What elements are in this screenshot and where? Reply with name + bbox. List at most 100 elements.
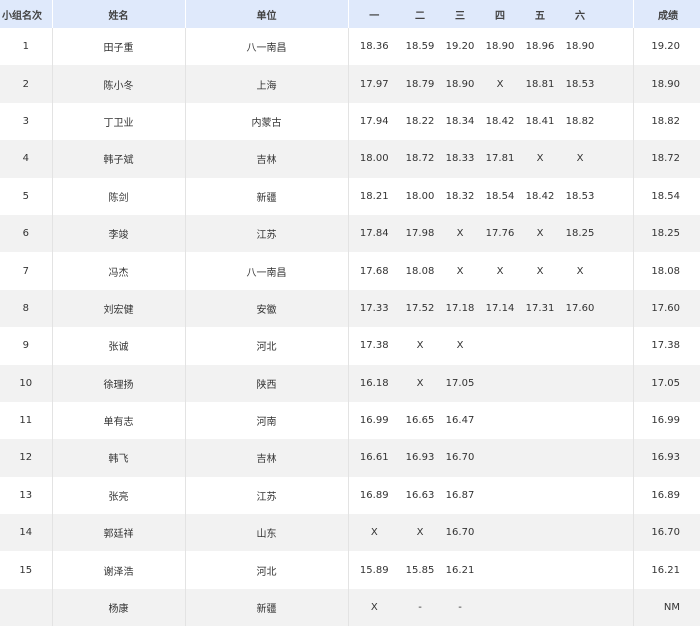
attempt-6-cell: 18.53 [565, 78, 595, 90]
attempt-5-cell: X [536, 153, 544, 165]
result-cell: 17.60 [651, 302, 680, 314]
table-row: 13 张亮 江苏 16.89 16.63 16.87 16.89 [0, 476, 700, 515]
attempt-5-cell: X [536, 228, 544, 240]
spacer-cell [600, 476, 634, 515]
attempt-2-cell: X [416, 340, 424, 352]
attempt-5-cell [520, 514, 560, 551]
attempt-3-cell: X [456, 228, 464, 240]
attempt-5-cell [520, 327, 560, 364]
unit-cell: 新疆 [185, 588, 349, 626]
attempt-4-cell: 18.54 [485, 190, 515, 202]
rank-cell: 11 [0, 401, 53, 440]
result-cell: 16.21 [651, 564, 680, 576]
attempt-6-cell [560, 327, 600, 364]
athlete-name-cell: 陈小冬 [52, 65, 186, 103]
attempt-3-cell: 17.18 [445, 302, 475, 314]
results-body: 1 田子重 八一南昌 18.36 18.59 19.20 18.90 18.96 18.90 19… [0, 28, 700, 626]
unit-cell: 河北 [185, 327, 349, 365]
attempt-6-cell [560, 365, 600, 402]
athlete-name-cell: 陈剑 [52, 177, 186, 215]
rank-cell: 6 [0, 214, 53, 253]
attempt-5-cell: 18.42 [525, 190, 555, 202]
unit-cell: 江苏 [185, 214, 349, 253]
attempt-1-cell: 16.61 [359, 452, 389, 464]
attempt-1-cell: 17.97 [359, 78, 389, 90]
rank-cell: 4 [0, 140, 53, 178]
attempt-1-cell: 17.33 [359, 302, 389, 314]
attempt-5-cell [520, 589, 560, 626]
attempt-2-cell: 16.63 [405, 489, 435, 501]
attempt-1-cell: 15.89 [359, 564, 389, 576]
attempt-4-cell: X [496, 265, 504, 277]
spacer-cell [600, 252, 634, 290]
rank-cell: 9 [0, 327, 53, 365]
attempt-2-cell: 18.08 [405, 265, 435, 277]
unit-cell: 八一南昌 [185, 252, 349, 290]
table-row: 8 刘宏健 安徽 17.33 17.52 17.18 17.14 17.31 17.60 17.6… [0, 289, 700, 328]
table-row: 5 陈剑 新疆 18.21 18.00 18.32 18.54 18.42 18.53 18.54 [0, 177, 700, 215]
rank-cell: 3 [0, 102, 53, 141]
athlete-name-cell: 刘宏健 [52, 289, 186, 328]
attempt-1-cell: 16.18 [359, 377, 389, 389]
athlete-name-cell: 谢泽浩 [52, 551, 186, 589]
athlete-name-cell: 田子重 [52, 28, 186, 66]
unit-cell: 上海 [185, 65, 349, 103]
attempt-3-cell: 17.05 [445, 377, 475, 389]
result-cell: 17.38 [651, 340, 680, 352]
attempt-2-cell: X [416, 527, 424, 539]
attempt-3-cell: 16.47 [445, 415, 475, 427]
table-row: 7 冯杰 八一南昌 17.68 18.08 X X X X 18.08 [0, 252, 700, 290]
attempt-6-cell: 18.90 [565, 41, 595, 53]
attempt-2-cell: X [416, 377, 424, 389]
spacer-cell [600, 65, 634, 103]
result-cell: 16.93 [651, 452, 680, 464]
athlete-name-cell: 李竣 [52, 214, 186, 253]
attempt-4-cell [480, 551, 520, 588]
table-row: 10 徐理扬 陕西 16.18 X 17.05 17.05 [0, 364, 700, 402]
table-row: 杨康 新疆 X - - NM [0, 588, 700, 626]
unit-cell: 八一南昌 [185, 28, 349, 66]
rank-cell: 1 [0, 28, 53, 66]
header-attempt-2: 二 [415, 10, 425, 22]
rank-cell: 7 [0, 252, 53, 290]
table-row: 15 谢泽浩 河北 15.89 15.85 16.21 16.21 [0, 551, 700, 589]
attempt-4-cell [480, 439, 520, 476]
table-row: 1 田子重 八一南昌 18.36 18.59 19.20 18.90 18.96 18.90 19… [0, 28, 700, 66]
result-cell: 18.90 [651, 78, 680, 90]
attempt-4-cell [480, 402, 520, 439]
attempt-6-cell [560, 514, 600, 551]
attempt-1-cell: 16.89 [359, 489, 389, 501]
attempt-3-cell: 16.87 [445, 489, 475, 501]
result-cell: 18.54 [651, 190, 680, 202]
athlete-name-cell: 丁卫业 [52, 102, 186, 141]
attempt-4-cell: X [496, 78, 504, 90]
spacer-cell [600, 327, 634, 365]
header-name: 姓名 [52, 0, 186, 28]
attempt-5-cell: 18.81 [525, 78, 555, 90]
spacer-cell [600, 289, 634, 328]
athlete-name-cell: 韩飞 [52, 439, 186, 477]
athlete-name-cell: 徐理扬 [52, 364, 186, 402]
spacer-cell [600, 514, 634, 552]
header-spacer [600, 0, 634, 28]
attempt-1-cell: X [370, 602, 378, 614]
attempt-1-cell: 18.36 [359, 41, 389, 53]
rank-cell: 8 [0, 289, 53, 328]
table-row: 9 张诚 河北 17.38 X X 17.38 [0, 327, 700, 365]
table-row: 2 陈小冬 上海 17.97 18.79 18.90 X 18.81 18.53 18.90 [0, 65, 700, 103]
attempt-3-cell: 16.70 [445, 527, 475, 539]
attempt-1-cell: 18.21 [359, 190, 389, 202]
attempt-4-cell [480, 514, 520, 551]
attempt-5-cell [520, 477, 560, 514]
athlete-name-cell: 冯杰 [52, 252, 186, 290]
unit-cell: 河南 [185, 401, 349, 440]
attempt-6-cell [560, 439, 600, 476]
athlete-name-cell: 张亮 [52, 476, 186, 515]
unit-cell: 河北 [185, 551, 349, 589]
attempt-2-cell: 15.85 [405, 564, 435, 576]
result-cell: 18.72 [651, 153, 680, 165]
spacer-cell [600, 28, 634, 66]
attempt-6-cell [560, 589, 600, 626]
attempt-3-cell: 18.34 [445, 115, 475, 127]
table-row: 6 李竣 江苏 17.84 17.98 X 17.76 X 18.25 18.25 [0, 214, 700, 253]
